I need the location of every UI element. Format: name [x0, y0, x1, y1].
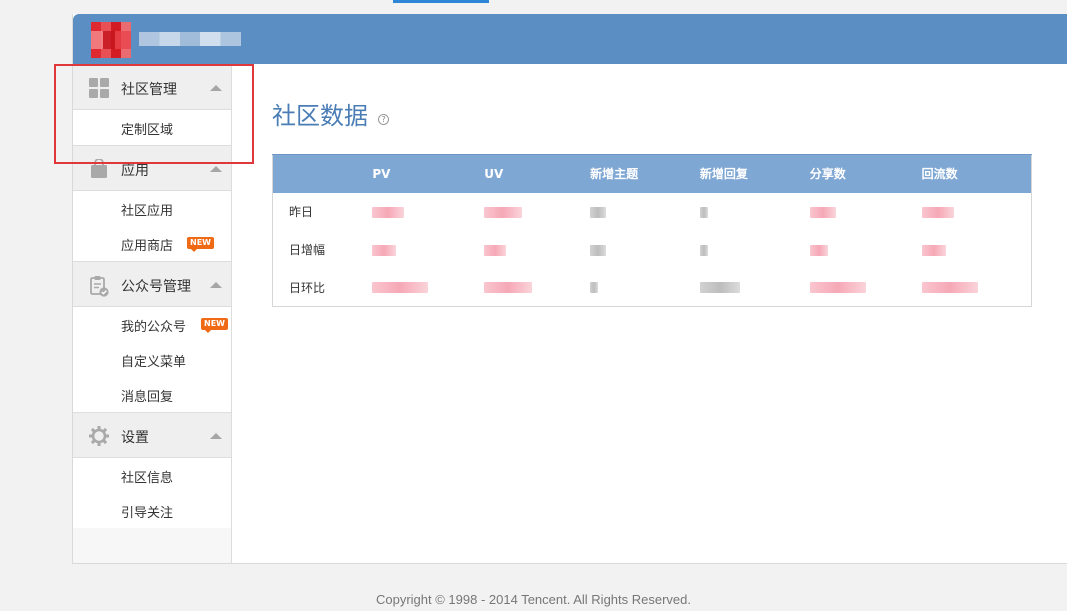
redacted-value: [918, 269, 1032, 307]
grid-icon: [89, 78, 109, 98]
new-badge: NEW: [201, 318, 228, 333]
sidebar-group-official-account[interactable]: 公众号管理: [73, 261, 231, 307]
table-header-cell: PV: [368, 154, 481, 193]
help-icon[interactable]: ?: [378, 114, 390, 125]
sidebar-item-label: 我的公众号: [121, 320, 187, 335]
sidebar-item-label: 引导关注: [121, 506, 174, 521]
redacted-value: [368, 193, 480, 231]
community-logo[interactable]: [91, 22, 131, 58]
sidebar-item-community-apps[interactable]: 社区应用: [73, 191, 231, 226]
redacted-value: [586, 193, 696, 231]
page-title: 社区数据: [272, 102, 368, 130]
redacted-value: [368, 231, 480, 269]
table-row: 日环比: [273, 269, 1032, 307]
redacted-value: [368, 269, 480, 307]
table-row: 日增幅: [273, 231, 1032, 269]
table-header-row: PV UV 新增主题 新增回复 分享数 回流数: [272, 154, 1032, 193]
sidebar-group-label: 公众号管理: [121, 279, 191, 295]
redacted-value: [806, 231, 918, 269]
table-header-cell: [272, 154, 369, 193]
main-content: 社区数据 ? PV UV 新增主题 新增回复 分享数 回流数 昨日 日增幅 日环…: [272, 96, 1032, 307]
sidebar-group-settings[interactable]: 设置: [73, 412, 231, 458]
sidebar-item-community-info[interactable]: 社区信息: [73, 458, 231, 493]
copyright-footer: Copyright © 1998 - 2014 Tencent. All Rig…: [375, 592, 691, 607]
sidebar-group-label: 应用: [121, 163, 149, 179]
redacted-value: [480, 269, 586, 307]
collapse-caret-icon[interactable]: [210, 282, 222, 288]
table-header-cell: 新增主题: [586, 154, 696, 193]
sidebar-item-label: 社区信息: [121, 471, 174, 486]
sidebar-group-apps[interactable]: 应用: [73, 145, 231, 191]
sidebar-group-label: 设置: [121, 430, 149, 446]
sidebar-item-follow-guide[interactable]: 引导关注: [73, 493, 231, 528]
app-window: 社区管理 定制区域 应用 社区应用 应用商店 NEW 公众号管理 我的公众号 N…: [72, 14, 1067, 564]
redacted-value: [480, 193, 586, 231]
sidebar-item-label: 应用商店: [121, 239, 174, 254]
redacted-value: [480, 231, 586, 269]
collapse-caret-icon[interactable]: [210, 433, 222, 439]
row-label: 昨日: [289, 205, 314, 219]
shopping-bag-icon: [89, 158, 109, 179]
collapse-caret-icon[interactable]: [210, 85, 222, 91]
redacted-value: [696, 231, 806, 269]
redacted-value: [586, 269, 696, 307]
table-header-cell: UV: [480, 154, 587, 193]
sidebar-item-custom-menu[interactable]: 自定义菜单: [73, 342, 231, 377]
community-name-redacted: [139, 32, 241, 46]
redacted-value: [586, 231, 696, 269]
community-stats-table: PV UV 新增主题 新增回复 分享数 回流数 昨日 日增幅 日环比: [272, 154, 1032, 307]
table-header-cell: 回流数: [917, 154, 1032, 193]
redacted-value: [806, 193, 918, 231]
redacted-value: [806, 269, 918, 307]
gear-icon: [89, 426, 109, 446]
sidebar: 社区管理 定制区域 应用 社区应用 应用商店 NEW 公众号管理 我的公众号 N…: [73, 64, 232, 563]
sidebar-item-message-reply[interactable]: 消息回复: [73, 377, 231, 412]
redacted-value: [696, 269, 806, 307]
sidebar-item-label: 消息回复: [121, 390, 174, 405]
redacted-value: [696, 193, 806, 231]
sidebar-item-label: 定制区域: [121, 123, 174, 138]
table-header-cell: 新增回复: [695, 154, 806, 193]
row-label: 日环比: [289, 280, 326, 295]
sidebar-group-label: 社区管理: [121, 82, 177, 98]
top-tab-indicator: [393, 0, 489, 3]
clipboard-check-icon: [89, 275, 109, 297]
table-header-cell: 分享数: [805, 154, 918, 193]
sidebar-group-community-manage[interactable]: 社区管理: [73, 64, 231, 110]
redacted-value: [918, 231, 1032, 269]
header-bar: [73, 14, 1067, 64]
new-badge: NEW: [187, 237, 214, 252]
row-label: 日增幅: [289, 243, 326, 257]
sidebar-item-app-store[interactable]: 应用商店 NEW: [73, 226, 231, 261]
sidebar-item-label: 自定义菜单: [121, 355, 187, 370]
sidebar-item-label: 社区应用: [121, 204, 174, 219]
redacted-value: [918, 193, 1032, 231]
sidebar-item-custom-area[interactable]: 定制区域: [73, 110, 231, 145]
collapse-caret-icon[interactable]: [210, 166, 222, 172]
table-row: 昨日: [273, 193, 1032, 231]
sidebar-item-my-official-account[interactable]: 我的公众号 NEW: [73, 307, 231, 342]
